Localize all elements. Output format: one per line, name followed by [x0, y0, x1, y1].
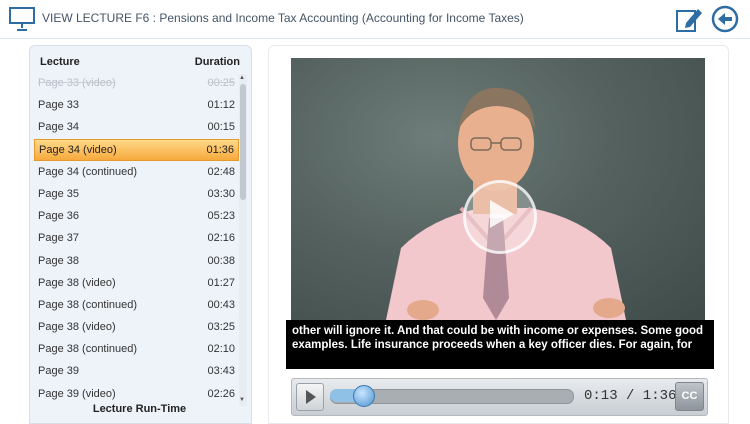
playlist-item-label: Page 34 (video) [39, 143, 117, 156]
play-icon [306, 390, 316, 404]
playlist-item-label: Page 38 (video) [38, 321, 116, 334]
playlist-item[interactable]: Page 38 (continued) 00:43 [34, 294, 239, 316]
playlist-item-label: Page 36 [38, 210, 79, 223]
playlist-item-duration: 03:43 [207, 365, 235, 378]
closed-captions-button[interactable]: CC [675, 382, 704, 411]
playlist-scroll-thumb[interactable] [240, 84, 246, 200]
playlist-item-duration: 00:38 [207, 254, 235, 267]
column-header-duration: Duration [194, 56, 240, 68]
top-bar: VIEW LECTURE F6 : Pensions and Income Ta… [0, 0, 750, 39]
playlist-item-duration: 03:25 [207, 321, 235, 334]
playlist-item-duration: 01:27 [207, 276, 235, 289]
seek-handle[interactable] [352, 385, 375, 407]
playlist-item-duration: 05:23 [207, 210, 235, 223]
playlist-item-duration: 00:15 [207, 121, 235, 134]
playlist-item-label: Page 38 (continued) [38, 298, 138, 311]
play-overlay-button[interactable] [463, 180, 537, 254]
play-button[interactable] [296, 383, 324, 411]
playlist-item-duration: 01:36 [206, 143, 234, 156]
playlist-item-duration: 00:25 [207, 77, 235, 89]
playlist-item-label: Page 38 (video) [38, 276, 116, 289]
caption-text: other will ignore it. And that could be … [286, 320, 714, 369]
playlist-item-duration: 02:48 [207, 165, 235, 178]
playlist-item[interactable]: Page 38 (video) 01:27 [34, 272, 239, 294]
playlist-item[interactable]: Page 38 (continued) 02:10 [34, 338, 239, 360]
playlist-item-label: Page 34 (continued) [38, 165, 138, 178]
playlist-item-duration: 02:16 [207, 232, 235, 245]
playlist-item[interactable]: Page 36 05:23 [34, 205, 239, 227]
back-arrow-icon[interactable] [711, 5, 739, 33]
playlist-item[interactable]: Page 37 02:16 [34, 227, 239, 249]
playlist-item-duration: 02:10 [207, 343, 235, 356]
playlist-item[interactable]: Page 33 (video) 00:25 [34, 72, 239, 94]
playlist-item[interactable]: Page 39 (video) 02:26 [34, 383, 239, 405]
playlist-item-label: Page 37 [38, 232, 79, 245]
playlist-item-label: Page 39 [38, 365, 79, 378]
playlist-item-selected[interactable]: Page 34 (video) 01:36 [34, 138, 239, 161]
playlist-item-label: Page 35 [38, 187, 79, 200]
presentation-board-icon [9, 7, 35, 31]
playlist-item[interactable]: Page 33 01:12 [34, 94, 239, 116]
playlist-item-label: Page 39 (video) [38, 387, 116, 400]
lecture-runtime-label: Lecture Run-Time [92, 403, 187, 415]
playlist-item[interactable]: Page 38 00:38 [34, 250, 239, 272]
playlist-item[interactable]: Page 34 (continued) 02:48 [34, 161, 239, 183]
page-title: VIEW LECTURE F6 : Pensions and Income Ta… [42, 11, 524, 25]
playlist-list: Page 33 (video) 00:25 Page 33 01:12 Page 3… [34, 72, 239, 405]
scroll-up-icon[interactable]: ▲ [239, 75, 245, 81]
playlist-item[interactable]: Page 38 (video) 03:25 [34, 316, 239, 338]
playlist-item-duration: 03:30 [207, 187, 235, 200]
lecture-playlist-panel: Lecture Duration Page 33 (video) 00:25 Pa… [29, 45, 252, 424]
playlist-item-label: Page 33 [38, 99, 79, 112]
playlist-item-duration: 02:26 [207, 387, 235, 400]
time-display: 0:13 / 1:36 [584, 388, 677, 404]
playlist-item-label: Page 38 (continued) [38, 343, 138, 356]
column-header-lecture: Lecture [40, 56, 80, 68]
playlist-item[interactable]: Page 39 03:43 [34, 360, 239, 382]
playlist-item[interactable]: Page 34 00:15 [34, 116, 239, 138]
playlist-item-label: Page 33 (video) [38, 77, 116, 89]
playlist-item[interactable]: Page 35 03:30 [34, 183, 239, 205]
playlist-item-label: Page 34 [38, 121, 79, 134]
play-icon [490, 200, 514, 228]
playlist-item-duration: 01:12 [207, 99, 235, 112]
playlist-item-label: Page 38 [38, 254, 79, 267]
edit-note-icon[interactable] [674, 5, 704, 33]
playlist-item-duration: 00:43 [207, 298, 235, 311]
